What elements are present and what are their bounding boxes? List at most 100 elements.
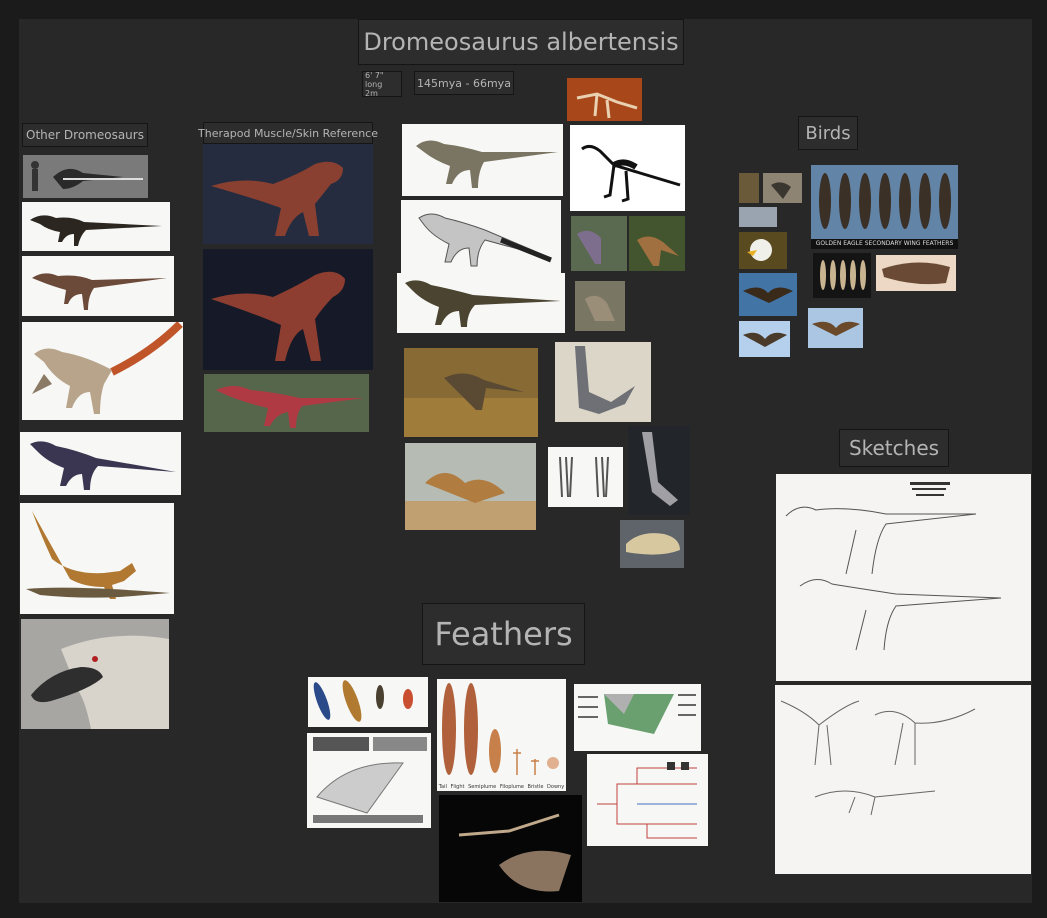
label-therapod-reference[interactable]: Therapod Muscle/Skin Reference bbox=[198, 122, 378, 144]
label-sketches[interactable]: Sketches bbox=[839, 429, 949, 467]
label-other-dromeosaurs[interactable]: Other Dromeosaurs bbox=[22, 123, 148, 147]
hawk-flight-art bbox=[808, 308, 863, 348]
feather-assortment-art bbox=[313, 680, 413, 722]
wing-fossil-panels-art bbox=[313, 737, 427, 823]
dromeosaur-scale-art bbox=[23, 155, 148, 198]
image-dromeosaur-3[interactable] bbox=[22, 322, 183, 420]
image-eagle-flight-1[interactable] bbox=[739, 273, 797, 316]
dromeosaur-head-art bbox=[21, 619, 169, 729]
feather-type-filoplume: Filoplume bbox=[499, 784, 524, 790]
foot-fossil-art bbox=[628, 426, 690, 515]
image-wing-anatomy[interactable] bbox=[574, 684, 701, 751]
feather-type-bristle: Bristle bbox=[527, 784, 544, 790]
dromeosaur-3-art bbox=[32, 322, 183, 414]
image-bird-small-2[interactable] bbox=[739, 207, 777, 227]
image-dromeosaur-scale[interactable] bbox=[23, 155, 148, 198]
image-eagle-flight-2[interactable] bbox=[739, 321, 790, 357]
board-title[interactable]: Dromeosaurus albertensis bbox=[358, 19, 684, 65]
feather-type-semiplume: Semiplume bbox=[468, 784, 497, 790]
dromaeosaurus-profile-art bbox=[416, 140, 558, 188]
image-skull[interactable] bbox=[620, 520, 684, 568]
sketch-raptor-studies[interactable] bbox=[776, 474, 1031, 681]
raptors-grassland-art bbox=[404, 348, 538, 437]
image-dromaeosaurus-profile[interactable] bbox=[402, 124, 563, 196]
image-raptor-forest[interactable] bbox=[629, 216, 685, 271]
sketch-raptor-poses-art bbox=[775, 685, 1031, 874]
image-dromeosaur-head[interactable] bbox=[21, 619, 169, 729]
golden-eagle-caption: GOLDEN EAGLE SECONDARY WING FEATHERS bbox=[815, 240, 954, 247]
image-dromeosaur-4[interactable] bbox=[20, 432, 181, 495]
moodboard-canvas[interactable]: Dromeosaurus albertensis 6' 7" long 2m 1… bbox=[19, 19, 1032, 903]
image-dromaeosaurus-white[interactable] bbox=[401, 200, 561, 273]
raptor-forest-art bbox=[629, 216, 685, 271]
skeleton-art bbox=[581, 144, 681, 203]
carnotaurus-1-art bbox=[203, 144, 373, 244]
eagle-flight-1-art bbox=[739, 273, 797, 316]
image-dromeosaur-5[interactable] bbox=[20, 503, 174, 614]
raptor-sitting-art bbox=[575, 281, 625, 331]
image-foot-fossil[interactable] bbox=[628, 426, 690, 515]
image-foot-claw[interactable] bbox=[555, 342, 651, 422]
sketch-raptor-poses[interactable] bbox=[775, 685, 1031, 874]
eagle-flight-2-art bbox=[739, 321, 790, 357]
image-falcon[interactable] bbox=[763, 173, 802, 203]
wing-art bbox=[876, 255, 956, 291]
dromeosaur-5-art bbox=[26, 511, 170, 599]
image-muscle-reference[interactable] bbox=[204, 374, 369, 432]
raptor-pair-art bbox=[571, 216, 627, 271]
image-carnotaurus-1[interactable] bbox=[203, 144, 373, 244]
dromeosaur-2-art bbox=[32, 273, 167, 310]
feather-types-art bbox=[442, 683, 559, 775]
image-dromeosaur-2[interactable] bbox=[22, 256, 174, 316]
image-feather-types[interactable]: Tail Flight Semiplume Filoplume Bristle … bbox=[437, 679, 566, 791]
image-feather-assortment[interactable] bbox=[308, 677, 428, 727]
image-skeleton[interactable] bbox=[570, 125, 685, 211]
dromeosaur-4-art bbox=[30, 441, 176, 490]
golden-eagle-feathers-art bbox=[811, 165, 958, 249]
dromaeosaurus-dark-art bbox=[405, 280, 561, 327]
muscle-reference-art bbox=[204, 374, 369, 432]
image-wing[interactable] bbox=[876, 255, 956, 291]
image-skeleton-orange[interactable] bbox=[567, 78, 642, 121]
sketch-raptor-studies-art bbox=[776, 474, 1031, 681]
size-note-line1: 6' 7" long bbox=[365, 70, 384, 89]
feather-evolution-chart-art bbox=[597, 762, 697, 839]
period-note[interactable]: 145mya - 66mya bbox=[414, 71, 514, 95]
image-foot-diagram[interactable] bbox=[548, 447, 623, 507]
image-feather-evolution-chart[interactable] bbox=[587, 754, 708, 846]
feather-type-tail: Tail bbox=[438, 784, 447, 790]
image-hawk-flight[interactable] bbox=[808, 308, 863, 348]
feather-type-flight: Flight bbox=[450, 784, 465, 790]
feathered-arm-fossil-art bbox=[439, 795, 582, 902]
label-feathers[interactable]: Feathers bbox=[422, 603, 585, 665]
image-raptor-sitting[interactable] bbox=[575, 281, 625, 331]
skull-art bbox=[620, 520, 684, 568]
image-raptors-grassland[interactable] bbox=[404, 348, 538, 437]
label-birds[interactable]: Birds bbox=[798, 116, 858, 150]
image-raptors-fighting[interactable] bbox=[405, 443, 536, 530]
foot-claw-art bbox=[555, 342, 651, 422]
image-golden-eagle-feathers[interactable]: GOLDEN EAGLE SECONDARY WING FEATHERS bbox=[811, 165, 958, 249]
dromeosaur-1-art bbox=[30, 215, 162, 246]
falcon-art bbox=[763, 173, 802, 203]
image-carnotaurus-2[interactable] bbox=[203, 249, 373, 370]
size-note[interactable]: 6' 7" long 2m bbox=[362, 70, 402, 98]
image-feather-set[interactable] bbox=[813, 253, 871, 298]
feather-types-labels: Tail Flight Semiplume Filoplume Bristle … bbox=[437, 784, 566, 790]
image-dromaeosaurus-dark[interactable] bbox=[397, 273, 565, 333]
image-dromeosaur-1[interactable] bbox=[22, 202, 170, 251]
wing-anatomy-art bbox=[578, 694, 696, 734]
image-bald-eagle[interactable] bbox=[739, 232, 787, 269]
image-feathered-arm-fossil[interactable] bbox=[439, 795, 582, 902]
raptors-fighting-art bbox=[405, 443, 536, 530]
skeleton-orange-art bbox=[567, 78, 642, 121]
image-wing-fossil-panels[interactable] bbox=[307, 733, 431, 828]
image-bird-small-1[interactable] bbox=[739, 173, 759, 203]
image-raptor-pair[interactable] bbox=[571, 216, 627, 271]
bald-eagle-art bbox=[739, 232, 787, 269]
feather-type-downy: Downy bbox=[547, 784, 565, 790]
size-note-line2: 2m bbox=[365, 88, 378, 98]
feather-set-art bbox=[813, 253, 871, 298]
carnotaurus-2-art bbox=[203, 249, 373, 370]
foot-diagram-art bbox=[559, 456, 609, 498]
